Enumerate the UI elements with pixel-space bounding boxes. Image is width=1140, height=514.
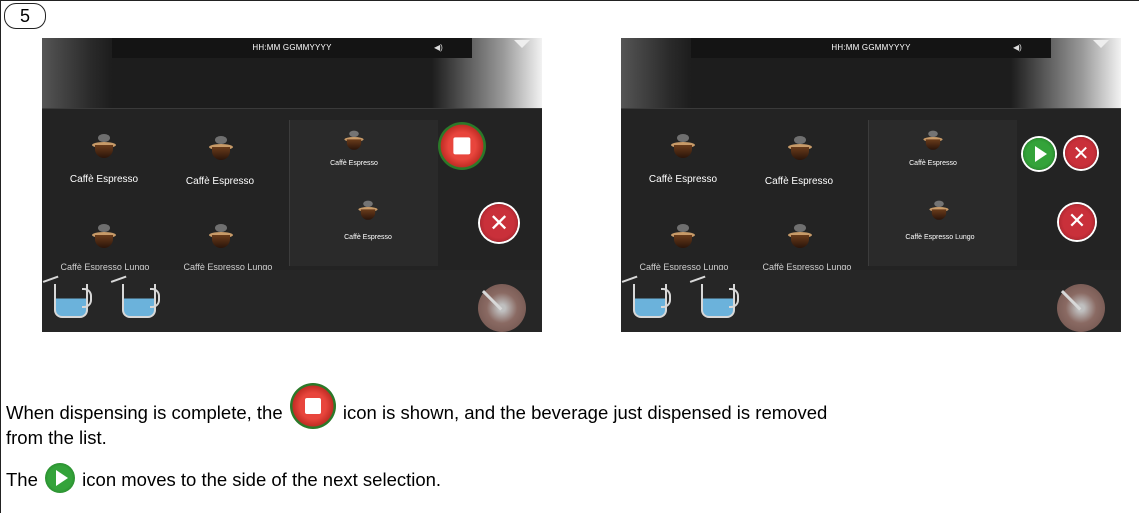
chevron-down-icon[interactable]	[514, 40, 530, 48]
hot-water-jug-icon[interactable]	[110, 275, 160, 318]
steam-wand-icon[interactable]	[478, 284, 526, 332]
beverage-label[interactable]: Caffè Espresso Lungo	[887, 234, 993, 241]
espresso-cup-icon[interactable]	[923, 130, 943, 152]
beverage-label[interactable]: Caffè Espresso Lungo	[46, 262, 164, 270]
date-time: HH:MM GGMMYYYY	[831, 43, 911, 52]
espresso-cup-icon[interactable]	[788, 136, 812, 162]
instruction-line-1: When dispensing is complete, the icon is…	[6, 383, 828, 429]
beverage-label[interactable]: Caffè Espresso	[749, 176, 849, 187]
panel-divider	[289, 120, 290, 266]
chevron-down-icon[interactable]	[1093, 40, 1109, 48]
instruction-text: icon is shown, and the beverage just dis…	[342, 401, 828, 423]
steam-wand-icon[interactable]	[1057, 284, 1105, 332]
step-number: 5	[4, 3, 46, 29]
status-bar: HH:MM GGMMYYYY ◀︎)	[112, 38, 472, 58]
selected-beverage-panel	[290, 120, 438, 266]
date-time: HH:MM GGMMYYYY	[252, 43, 332, 52]
espresso-cup-icon[interactable]	[358, 200, 378, 222]
play-icon[interactable]	[1023, 138, 1055, 170]
instruction-text: The	[6, 469, 38, 490]
espresso-cup-icon[interactable]	[929, 200, 949, 222]
beverage-label[interactable]: Caffè Espresso	[883, 160, 983, 167]
cancel-icon[interactable]: ✕	[480, 204, 518, 242]
beverage-label[interactable]: Caffè Espresso Lungo	[170, 262, 286, 270]
speaker-icon[interactable]: ◀︎)	[1013, 43, 1022, 52]
espresso-cup-icon[interactable]	[344, 130, 364, 152]
beverage-label[interactable]: Caffè Espresso	[318, 234, 418, 241]
instruction-line-3: The icon moves to the side of the next s…	[6, 463, 442, 494]
beverage-label[interactable]: Caffè Espresso Lungo	[625, 262, 743, 270]
espresso-cup-icon[interactable]	[671, 134, 695, 160]
beverage-label[interactable]: Caffè Espresso	[633, 174, 733, 185]
cancel-icon[interactable]: ✕	[1065, 137, 1097, 169]
selected-beverage-panel	[869, 120, 1017, 266]
stop-icon	[289, 383, 336, 429]
instruction-text: When dispensing is complete, the	[6, 401, 283, 423]
panel-divider	[868, 120, 869, 266]
milk-jug-icon[interactable]	[42, 275, 92, 318]
espresso-cup-icon[interactable]	[788, 224, 812, 250]
beverage-label[interactable]: Caffè Espresso	[54, 174, 154, 185]
cancel-icon[interactable]: ✕	[1059, 204, 1095, 240]
espresso-cup-icon[interactable]	[92, 134, 116, 160]
screen-next-selection: HH:MM GGMMYYYY ◀︎) Caffè Espresso Caffè …	[621, 38, 1121, 332]
milk-jug-icon[interactable]	[621, 275, 671, 318]
screen-dispensing-complete: HH:MM GGMMYYYY ◀︎) Caffè Espresso Caffè …	[42, 38, 542, 332]
speaker-icon[interactable]: ◀︎)	[434, 43, 443, 52]
espresso-cup-icon[interactable]	[92, 224, 116, 250]
page-left-border	[0, 0, 1, 512]
instruction-text: icon moves to the side of the next selec…	[82, 469, 442, 490]
beverage-label[interactable]: Caffè Espresso Lungo	[749, 262, 865, 270]
stop-icon[interactable]	[438, 122, 486, 170]
hot-water-jug-icon[interactable]	[689, 275, 739, 318]
beverage-label[interactable]: Caffè Espresso	[304, 160, 404, 167]
instruction-line-2: from the list.	[6, 427, 107, 448]
espresso-cup-icon[interactable]	[209, 136, 233, 162]
espresso-cup-icon[interactable]	[209, 224, 233, 250]
status-bar: HH:MM GGMMYYYY ◀︎)	[691, 38, 1051, 58]
espresso-cup-icon[interactable]	[671, 224, 695, 250]
play-icon	[45, 463, 76, 494]
beverage-label[interactable]: Caffè Espresso	[170, 176, 270, 187]
